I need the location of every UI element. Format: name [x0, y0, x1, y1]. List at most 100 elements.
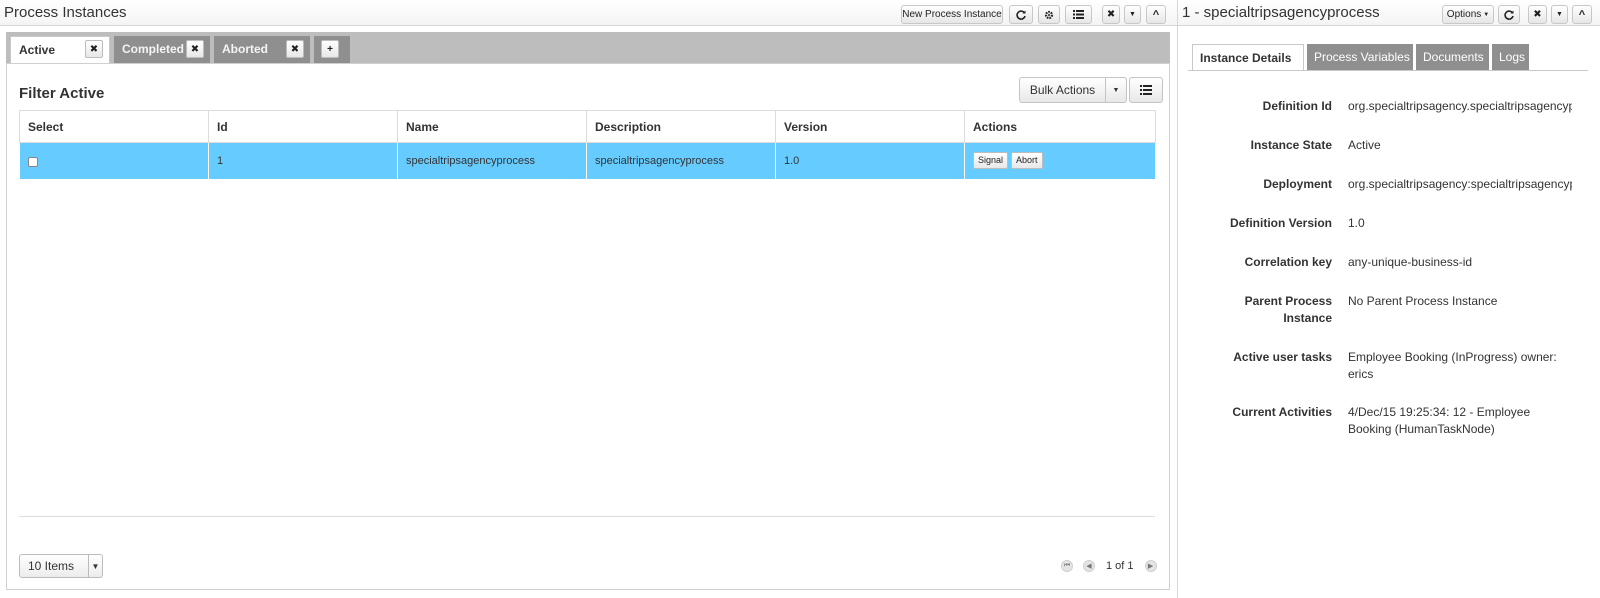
abort-button[interactable]: Abort — [1011, 152, 1043, 170]
caret-down-icon: ▼ — [88, 555, 102, 577]
detail-correlation-key: Correlation key any-unique-business-id — [1188, 254, 1588, 271]
tabs-underline — [1188, 70, 1588, 71]
close-icon: ✖ — [190, 43, 200, 55]
options-label: Options — [1446, 9, 1482, 20]
refresh-button[interactable] — [1009, 5, 1033, 24]
signal-button[interactable]: Signal — [973, 152, 1009, 170]
detail-value: 1.0 — [1348, 216, 1365, 230]
detail-label: Definition Version — [1229, 216, 1332, 230]
columns-button[interactable] — [1065, 5, 1092, 24]
detail-label: Current Activities — [1232, 405, 1332, 419]
name-cell: specialtripsagencyprocess — [397, 142, 587, 179]
caret-down-icon: ▼ — [1483, 11, 1490, 18]
column-header-description[interactable]: Description — [586, 110, 776, 143]
next-page-icon[interactable]: ▶ — [1144, 560, 1157, 572]
process-instances-table: Select Id Name Description Version Actio… — [19, 110, 1156, 179]
detail-label: Instance State — [1250, 138, 1332, 152]
plus-icon: + — [327, 43, 333, 55]
detail-deployment: Deployment org.specialtripsagency:specia… — [1188, 176, 1588, 193]
detail-parent-process-instance: Parent Process Instance No Parent Proces… — [1188, 293, 1588, 327]
tab-documents[interactable]: Documents — [1416, 44, 1489, 70]
tab-label: Process Variables — [1314, 50, 1410, 64]
maximize-panel-button[interactable]: ^ — [1146, 5, 1166, 24]
chevron-up-icon: ^ — [1578, 8, 1586, 21]
gear-icon — [1044, 10, 1054, 19]
refresh-icon — [1016, 9, 1026, 20]
pager: ⏮ ◀ 1 of 1 ▶ — [1056, 560, 1162, 572]
caret-down-icon: ▼ — [1112, 86, 1120, 94]
detail-label: Active user tasks — [1233, 350, 1332, 364]
column-header-name[interactable]: Name — [397, 110, 587, 143]
detail-label: Deployment — [1263, 177, 1332, 191]
prev-page-icon[interactable]: ◀ — [1083, 560, 1095, 572]
detail-active-user-tasks: Active user tasks Employee Booking (InPr… — [1188, 349, 1588, 383]
caret-down-icon: ▼ — [1129, 11, 1136, 18]
panel-menu-button[interactable]: ▼ — [1124, 5, 1141, 24]
settings-button[interactable] — [1038, 5, 1060, 24]
column-header-version[interactable]: Version — [775, 110, 965, 143]
tab-label: Documents — [1423, 50, 1484, 64]
process-instances-body: Active ✖ Completed ✖ Aborted ✖ + Filter … — [6, 32, 1170, 590]
bulk-actions-dropdown-button[interactable]: ▼ — [1106, 77, 1127, 103]
table-header-row: Select Id Name Description Version Actio… — [19, 110, 1156, 143]
detail-value: org.specialtripsagency:specialtripsagenc… — [1348, 177, 1572, 191]
detail-value: any-unique-business-id — [1348, 255, 1473, 269]
filter-tabstrip: Active ✖ Completed ✖ Aborted ✖ + — [6, 32, 1170, 63]
details-menu-button[interactable]: ▼ — [1551, 5, 1568, 24]
refresh-icon — [1504, 9, 1514, 20]
list-icon — [1073, 10, 1084, 19]
tab-aborted-close-button[interactable]: ✖ — [286, 40, 304, 58]
column-picker-button[interactable] — [1129, 77, 1163, 103]
pager-text: 1 of 1 — [1106, 560, 1134, 572]
actions-cell: Signal Abort — [964, 142, 1156, 179]
detail-value: Active — [1348, 138, 1381, 152]
page-size-value: 10 Items — [28, 559, 75, 573]
tab-logs[interactable]: Logs — [1492, 44, 1529, 70]
detail-value: Employee Booking (InProgress) owner: eri… — [1348, 350, 1557, 381]
bulk-actions-label: Bulk Actions — [1029, 83, 1096, 97]
bulk-actions-group: Bulk Actions ▼ — [1019, 77, 1163, 103]
table-bottom-border — [19, 516, 1155, 517]
select-cell — [19, 142, 209, 179]
options-button[interactable]: Options ▼ — [1442, 5, 1494, 24]
version-cell: 1.0 — [775, 142, 965, 179]
add-tab-button[interactable]: + — [321, 40, 339, 58]
bulk-actions-button[interactable]: Bulk Actions — [1019, 77, 1106, 103]
detail-definition-version: Definition Version 1.0 — [1188, 215, 1588, 232]
tab-label: Logs — [1499, 50, 1526, 64]
table-row[interactable]: 1 specialtripsagencyprocess specialtrips… — [19, 142, 1156, 179]
tab-label: Instance Details — [1200, 51, 1292, 65]
detail-label: Definition Id — [1262, 99, 1332, 113]
close-icon: ✖ — [89, 43, 99, 55]
new-process-instance-button[interactable]: New Process Instance — [901, 5, 1003, 24]
list-icon — [1140, 85, 1152, 95]
page-size-select[interactable]: 10 Items ▼ — [19, 554, 103, 578]
description-cell: specialtripsagencyprocess — [586, 142, 776, 179]
tab-instance-details[interactable]: Instance Details — [1192, 44, 1304, 70]
tab-label: Completed — [122, 42, 185, 56]
close-icon: ✖ — [1106, 9, 1116, 20]
tab-completed-close-button[interactable]: ✖ — [186, 40, 204, 58]
close-details-button[interactable]: ✖ — [1528, 5, 1547, 24]
chevron-up-icon: ^ — [1152, 8, 1160, 21]
maximize-details-button[interactable]: ^ — [1572, 5, 1592, 24]
row-checkbox[interactable] — [28, 157, 38, 168]
detail-current-activities: Current Activities 4/Dec/15 19:25:34: 12… — [1188, 404, 1588, 438]
panel-divider[interactable] — [1177, 0, 1178, 598]
close-icon: ✖ — [1533, 9, 1542, 20]
first-page-icon[interactable]: ⏮ — [1061, 560, 1073, 572]
detail-instance-state: Instance State Active — [1188, 137, 1588, 154]
detail-value: No Parent Process Instance — [1348, 294, 1498, 308]
detail-value: org.specialtripsagency.specialtripsagenc… — [1348, 99, 1572, 113]
close-icon: ✖ — [290, 43, 300, 55]
caret-down-icon: ▼ — [1556, 11, 1563, 18]
right-panel-title: 1 - specialtripsagencyprocess — [1182, 4, 1380, 21]
detail-label: Correlation key — [1244, 255, 1332, 269]
detail-label: Parent Process Instance — [1244, 294, 1332, 325]
refresh-details-button[interactable] — [1498, 5, 1520, 24]
column-header-select[interactable]: Select — [19, 110, 209, 143]
tab-process-variables[interactable]: Process Variables — [1307, 44, 1413, 70]
column-header-id[interactable]: Id — [208, 110, 398, 143]
close-panel-button[interactable]: ✖ — [1102, 5, 1120, 24]
tab-active-close-button[interactable]: ✖ — [85, 40, 103, 58]
